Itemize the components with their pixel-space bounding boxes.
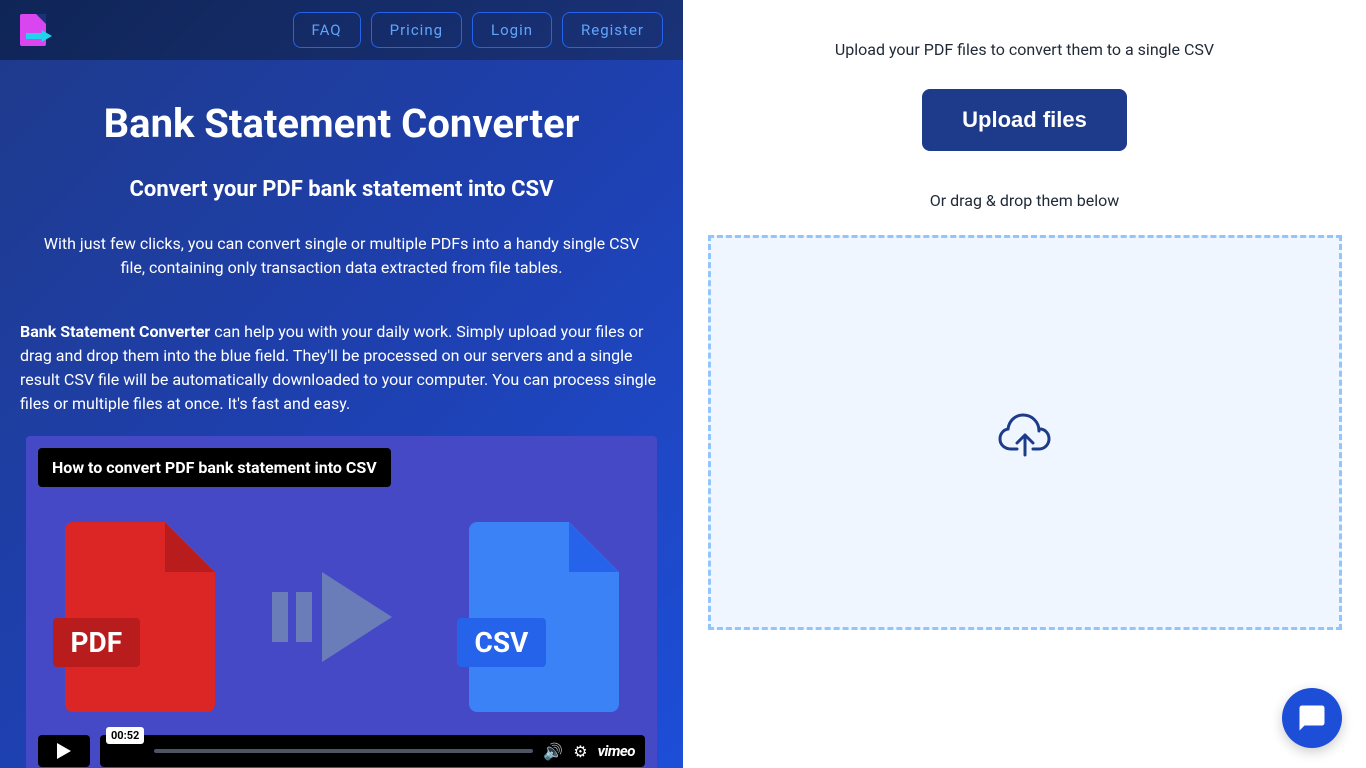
intro-text: With just few clicks, you can convert si… <box>20 232 663 280</box>
drag-prompt: Or drag & drop them below <box>930 191 1120 210</box>
csv-label: CSV <box>457 618 547 667</box>
pricing-link[interactable]: Pricing <box>371 12 462 48</box>
description-text: Bank Statement Converter can help you wi… <box>20 320 663 416</box>
upload-prompt: Upload your PDF files to convert them to… <box>835 40 1214 59</box>
csv-file-icon: CSV <box>469 522 619 712</box>
volume-icon[interactable]: 🔊 <box>543 742 563 761</box>
header: FAQ Pricing Login Register <box>0 0 683 60</box>
content: Bank Statement Converter Convert your PD… <box>0 60 683 768</box>
convert-arrow-icon <box>272 587 412 647</box>
nav: FAQ Pricing Login Register <box>293 12 663 48</box>
chat-icon <box>1297 703 1327 733</box>
play-icon <box>57 743 71 759</box>
progress-container: 00:52 🔊 ⚙ vimeo <box>100 735 645 767</box>
register-link[interactable]: Register <box>562 12 663 48</box>
progress-bar[interactable] <box>154 749 533 753</box>
upload-button[interactable]: Upload files <box>922 89 1127 151</box>
logo[interactable] <box>20 14 52 46</box>
video-player[interactable]: How to convert PDF bank statement into C… <box>26 436 657 768</box>
settings-icon[interactable]: ⚙ <box>573 742 587 761</box>
page-title: Bank Statement Converter <box>20 100 663 147</box>
vimeo-logo[interactable]: vimeo <box>598 742 635 760</box>
login-link[interactable]: Login <box>472 12 552 48</box>
right-panel: Upload your PDF files to convert them to… <box>683 0 1366 768</box>
left-panel: FAQ Pricing Login Register Bank Statemen… <box>0 0 683 768</box>
description-strong: Bank Statement Converter <box>20 322 210 341</box>
video-thumbnail: PDF CSV <box>26 487 657 727</box>
video-title: How to convert PDF bank statement into C… <box>38 448 391 487</box>
video-controls: 00:52 🔊 ⚙ vimeo <box>26 727 657 768</box>
chat-widget-button[interactable] <box>1282 688 1342 748</box>
page-subtitle: Convert your PDF bank statement into CSV <box>20 177 663 202</box>
faq-link[interactable]: FAQ <box>293 12 361 48</box>
cloud-upload-icon <box>997 407 1053 459</box>
pdf-label: PDF <box>53 618 141 667</box>
pdf-file-icon: PDF <box>65 522 215 712</box>
video-duration: 00:52 <box>106 727 144 744</box>
drop-zone[interactable] <box>708 235 1342 630</box>
play-button[interactable] <box>38 735 90 767</box>
